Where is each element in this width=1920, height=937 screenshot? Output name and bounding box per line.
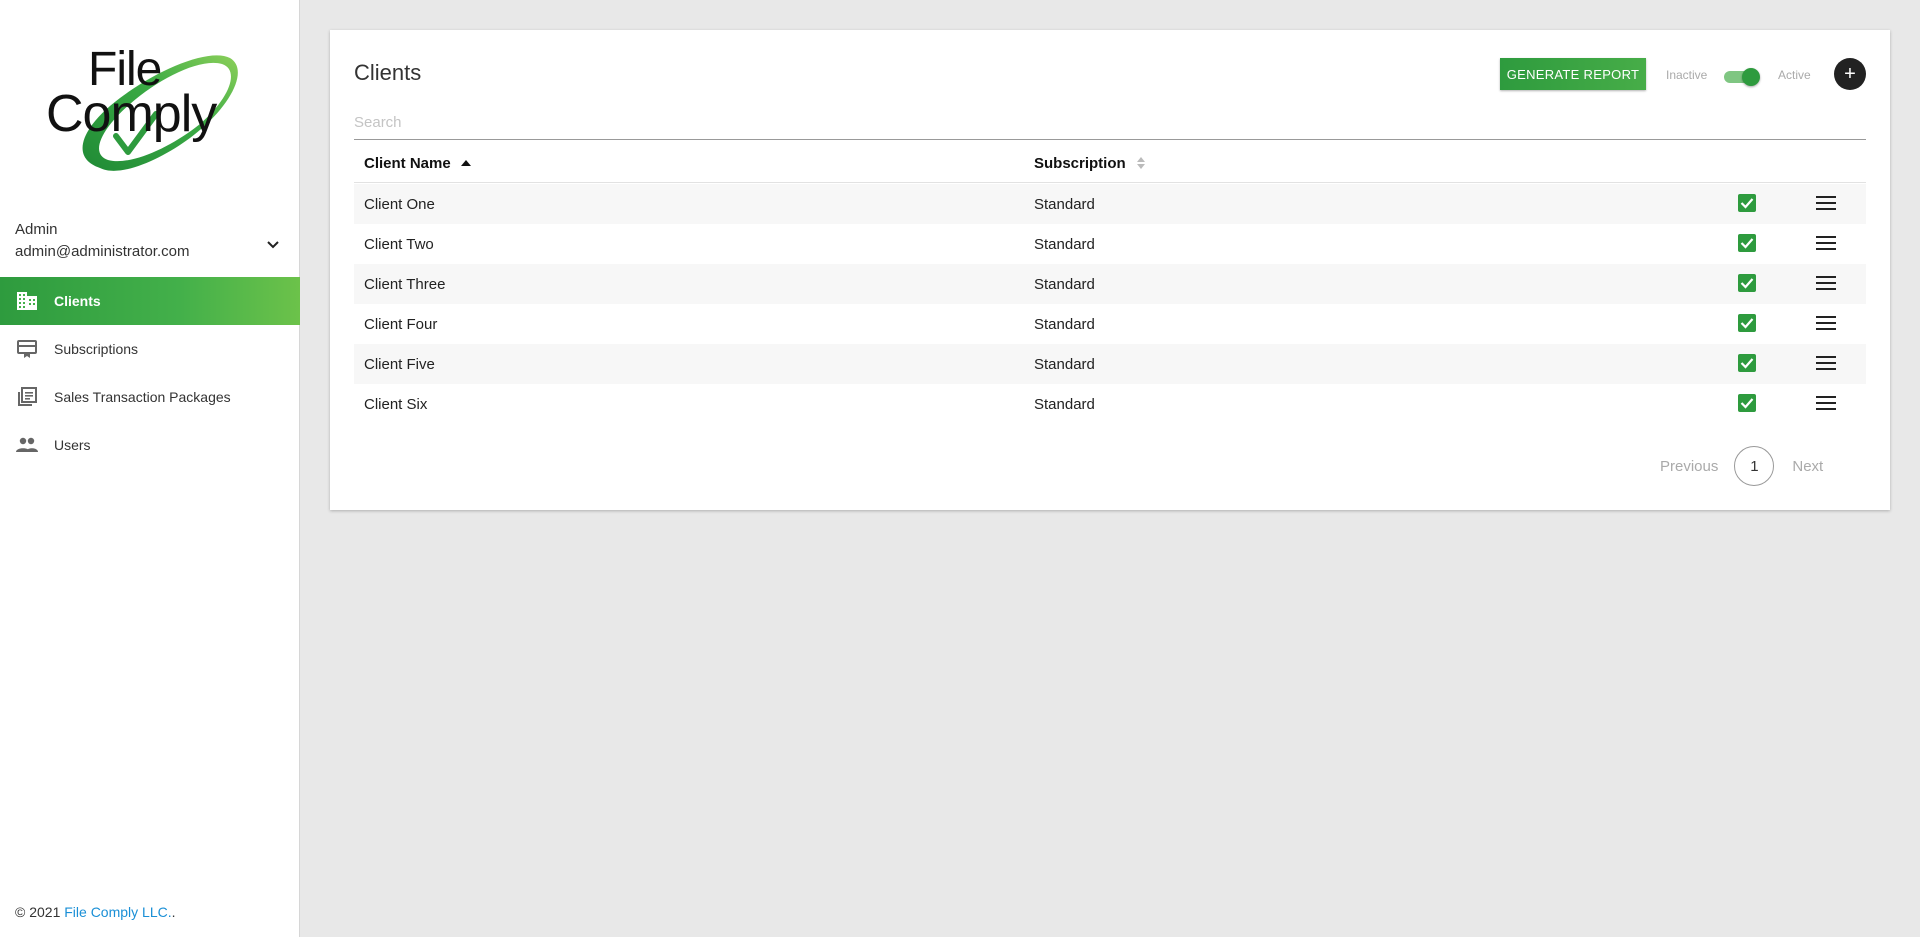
sidebar-item-users[interactable]: Users [0, 421, 300, 469]
pagination: Previous 1 Next [1660, 446, 1823, 486]
column-header-client-name[interactable]: Client Name [364, 143, 471, 183]
next-page-button[interactable]: Next [1792, 458, 1823, 475]
table-row[interactable]: Client Four Standard [354, 304, 1866, 344]
page-number-button[interactable]: 1 [1734, 446, 1775, 486]
row-menu-icon[interactable] [1816, 315, 1836, 333]
table-row[interactable]: Client Three Standard [354, 264, 1866, 304]
active-checkbox[interactable] [1738, 194, 1756, 212]
subscription-cell: Standard [1034, 396, 1095, 413]
column-header-subscription[interactable]: Subscription [1034, 143, 1146, 183]
row-menu-icon[interactable] [1816, 275, 1836, 293]
client-name-cell: Client One [364, 196, 435, 213]
library-books-icon [15, 385, 39, 409]
inactive-label: Inactive [1666, 68, 1708, 82]
subscription-cell: Standard [1034, 236, 1095, 253]
user-email: admin@administrator.com [15, 243, 190, 260]
row-menu-icon[interactable] [1816, 355, 1836, 373]
active-checkbox[interactable] [1738, 354, 1756, 372]
sidebar-item-sales-transaction-packages[interactable]: Sales Transaction Packages [0, 373, 300, 421]
subscription-cell: Standard [1034, 316, 1095, 333]
active-checkbox[interactable] [1738, 234, 1756, 252]
checkmark-icon [1740, 358, 1754, 369]
search-input[interactable] [354, 106, 1866, 140]
chevron-down-icon[interactable] [265, 236, 281, 252]
column-header-label: Client Name [364, 154, 451, 172]
clients-card: Clients GENERATE REPORT Inactive Active … [330, 30, 1890, 510]
row-menu-icon[interactable] [1816, 235, 1836, 253]
subscription-cell: Standard [1034, 356, 1095, 373]
logo-text-comply: Comply [46, 85, 217, 143]
page-title: Clients [354, 60, 422, 85]
sort-unsorted-icon [1136, 156, 1146, 170]
clients-table: Client Name Subscription Client One Stan… [354, 143, 1866, 413]
sidebar-item-label: Clients [54, 293, 101, 309]
client-name-cell: Client Two [364, 236, 434, 253]
active-checkbox[interactable] [1738, 394, 1756, 412]
column-header-label: Subscription [1034, 154, 1126, 172]
add-client-button[interactable]: + [1834, 58, 1866, 90]
table-body: Client One Standard Client Two Standard … [354, 184, 1866, 424]
generate-report-button[interactable]: GENERATE REPORT [1500, 58, 1646, 90]
subscription-cell: Standard [1034, 196, 1095, 213]
client-name-cell: Client Three [364, 276, 446, 293]
user-info: Admin admin@administrator.com [15, 219, 285, 263]
active-toggle[interactable] [1722, 68, 1762, 86]
client-name-cell: Client Five [364, 356, 435, 373]
table-row[interactable]: Client Two Standard [354, 224, 1866, 264]
subscription-card-icon [15, 337, 39, 361]
client-name-cell: Client Six [364, 396, 428, 413]
checkmark-icon [1740, 238, 1754, 249]
active-checkbox[interactable] [1738, 274, 1756, 292]
subscription-cell: Standard [1034, 276, 1095, 293]
table-header: Client Name Subscription [354, 143, 1866, 183]
checkmark-icon [1740, 278, 1754, 289]
previous-page-button[interactable]: Previous [1660, 458, 1718, 475]
sidebar-nav: Clients Subscriptions Sales Transaction … [0, 277, 300, 469]
footer-suffix: . [171, 904, 176, 920]
user-name: Admin [15, 221, 58, 238]
copyright-text: © 2021 [15, 904, 65, 920]
table-row[interactable]: Client Five Standard [354, 344, 1866, 384]
row-menu-icon[interactable] [1816, 395, 1836, 413]
sort-ascending-icon [460, 159, 471, 167]
checkmark-icon [1740, 398, 1754, 409]
building-icon [15, 289, 39, 313]
sidebar-item-subscriptions[interactable]: Subscriptions [0, 325, 300, 373]
file-comply-logo[interactable]: File Comply [40, 46, 260, 180]
client-name-cell: Client Four [364, 316, 438, 333]
sidebar-item-label: Users [54, 437, 91, 453]
toggle-knob [1742, 68, 1760, 86]
sidebar: File Comply Admin admin@administrator.co… [0, 0, 300, 937]
checkmark-icon [1740, 198, 1754, 209]
active-checkbox[interactable] [1738, 314, 1756, 332]
active-label: Active [1778, 68, 1811, 82]
row-menu-icon[interactable] [1816, 195, 1836, 213]
footer: © 2021 File Comply LLC.. [15, 904, 176, 920]
sidebar-item-clients[interactable]: Clients [0, 277, 300, 325]
table-row[interactable]: Client Six Standard [354, 384, 1866, 424]
table-row[interactable]: Client One Standard [354, 184, 1866, 224]
people-icon [15, 433, 39, 457]
company-link[interactable]: File Comply LLC. [64, 904, 171, 920]
checkmark-icon [1740, 318, 1754, 329]
sidebar-item-label: Subscriptions [54, 341, 139, 357]
sidebar-item-label: Sales Transaction Packages [54, 389, 231, 405]
